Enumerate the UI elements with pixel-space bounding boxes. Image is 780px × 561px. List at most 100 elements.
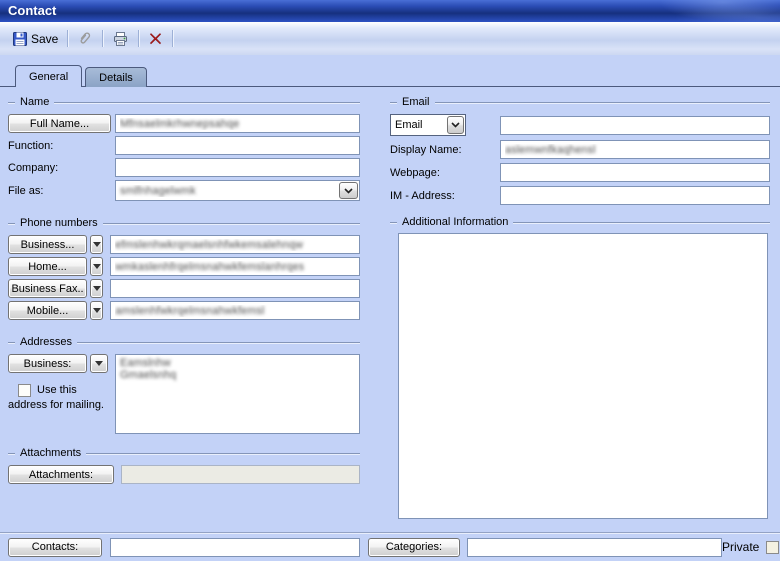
full-name-row: Full Name...	[8, 114, 360, 133]
toolbar-separator	[67, 30, 68, 47]
phone-business-dropdown-button[interactable]	[90, 235, 103, 254]
private-group: Private	[722, 540, 779, 554]
addresses-section-legend: Addresses	[8, 336, 360, 348]
attachments-button[interactable]: Attachments:	[8, 465, 114, 484]
full-name-input[interactable]	[115, 114, 360, 133]
addresses-section: Addresses Business: Use this address for…	[8, 336, 360, 434]
phone-row-home: Home...	[8, 257, 360, 276]
chevron-down-icon	[344, 188, 353, 194]
phone-home-button[interactable]: Home...	[8, 257, 87, 276]
full-name-button[interactable]: Full Name...	[8, 114, 111, 133]
email-address-input[interactable]	[500, 116, 770, 135]
phone-business-input[interactable]	[110, 235, 360, 254]
company-input[interactable]	[115, 158, 360, 177]
additional-info-legend: Additional Information	[390, 216, 770, 228]
attachments-section-legend: Attachments	[8, 447, 360, 459]
email-section-legend: Email	[390, 96, 770, 108]
toolbar-separator	[102, 30, 103, 47]
footer-bar: Contacts: Categories: Private	[0, 532, 780, 561]
contact-window: Contact Save	[0, 0, 780, 561]
addresses-controls: Business: Use this address for mailing.	[8, 354, 115, 412]
email-type-select[interactable]: Email	[390, 114, 466, 136]
function-row: Function:	[8, 136, 360, 155]
chevron-down-icon	[451, 122, 460, 128]
phone-home-input[interactable]	[110, 257, 360, 276]
mailing-label-line1: Use this	[37, 383, 77, 397]
phone-row-mobile: Mobile...	[8, 301, 360, 320]
display-name-row: Display Name:	[390, 140, 770, 159]
phone-mobile-button[interactable]: Mobile...	[8, 301, 87, 320]
toolbar-separator	[138, 30, 139, 47]
triangle-down-icon	[93, 264, 101, 269]
attachments-section: Attachments Attachments:	[8, 447, 360, 487]
printer-icon	[112, 31, 129, 47]
phone-business-fax-button[interactable]: Business Fax..	[8, 279, 87, 298]
phone-section-legend: Phone numbers	[8, 217, 360, 229]
categories-input[interactable]	[467, 538, 722, 557]
email-type-dropdown-button[interactable]	[447, 116, 464, 134]
save-button-label: Save	[31, 32, 58, 46]
email-type-row: Email	[390, 114, 770, 136]
triangle-down-icon	[93, 308, 101, 313]
save-icon	[12, 31, 28, 47]
phone-row-business-fax: Business Fax..	[8, 279, 360, 298]
phone-business-button[interactable]: Business...	[8, 235, 87, 254]
function-input[interactable]	[115, 136, 360, 155]
webpage-label: Webpage:	[390, 167, 500, 179]
file-as-select[interactable]: smlfnhagelwmk	[115, 180, 360, 201]
phone-row-business: Business...	[8, 235, 360, 254]
name-section: Name Full Name... Function: Company: Fil…	[8, 96, 360, 204]
private-checkbox[interactable]	[766, 541, 779, 554]
display-name-label: Display Name:	[390, 144, 500, 156]
attachments-input	[121, 465, 360, 484]
webpage-row: Webpage:	[390, 163, 770, 182]
toolbar-separator	[172, 30, 173, 47]
file-as-row: File as: smlfnhagelwmk	[8, 180, 360, 201]
toolbar: Save	[0, 22, 780, 55]
additional-info-textarea[interactable]	[398, 233, 768, 519]
additional-info-section: Additional Information	[390, 216, 770, 522]
phone-business-fax-dropdown-button[interactable]	[90, 279, 103, 298]
phone-mobile-dropdown-button[interactable]	[90, 301, 103, 320]
company-row: Company:	[8, 158, 360, 177]
file-as-value: smlfnhagelwmk	[116, 185, 359, 197]
attach-button[interactable]	[72, 27, 98, 50]
im-address-input[interactable]	[500, 186, 770, 205]
phone-numbers-section: Phone numbers Business... Home... Busine…	[8, 217, 360, 323]
triangle-down-icon	[95, 361, 103, 366]
private-label: Private	[722, 540, 759, 554]
tabstrip: General Details	[0, 60, 780, 87]
phone-business-fax-input[interactable]	[110, 279, 360, 298]
categories-button[interactable]: Categories:	[368, 538, 460, 557]
phone-home-dropdown-button[interactable]	[90, 257, 103, 276]
webpage-input[interactable]	[500, 163, 770, 182]
file-as-dropdown-button[interactable]	[339, 182, 358, 199]
mailing-address-checkbox-block: Use this address for mailing.	[8, 383, 112, 412]
company-label: Company:	[8, 162, 115, 174]
email-section: Email Email Display Name: Webpage:	[390, 96, 770, 208]
address-business-button[interactable]: Business:	[8, 354, 87, 373]
triangle-down-icon	[93, 242, 101, 247]
function-label: Function:	[8, 140, 115, 152]
delete-button[interactable]	[143, 28, 168, 49]
delete-x-icon	[148, 31, 163, 46]
name-section-legend: Name	[8, 96, 360, 108]
contacts-input[interactable]	[110, 538, 360, 557]
window-titlebar: Contact	[0, 0, 780, 22]
print-button[interactable]	[107, 28, 134, 50]
mailing-address-checkbox[interactable]	[18, 384, 31, 397]
display-name-input[interactable]	[500, 140, 770, 159]
contacts-button[interactable]: Contacts:	[8, 538, 102, 557]
phone-mobile-input[interactable]	[110, 301, 360, 320]
tab-general[interactable]: General	[15, 65, 82, 87]
file-as-label: File as:	[8, 185, 115, 197]
address-dropdown-button[interactable]	[90, 354, 108, 373]
paperclip-icon	[77, 30, 93, 47]
tab-details[interactable]: Details	[85, 67, 147, 87]
page-title: Contact	[8, 3, 56, 18]
im-address-label: IM - Address:	[390, 190, 500, 202]
save-button[interactable]: Save	[7, 28, 63, 50]
triangle-down-icon	[93, 286, 101, 291]
mailing-label-line2: address for mailing.	[8, 398, 112, 412]
address-textarea[interactable]: Eamslnhw Gmaelsnhq	[115, 354, 360, 434]
